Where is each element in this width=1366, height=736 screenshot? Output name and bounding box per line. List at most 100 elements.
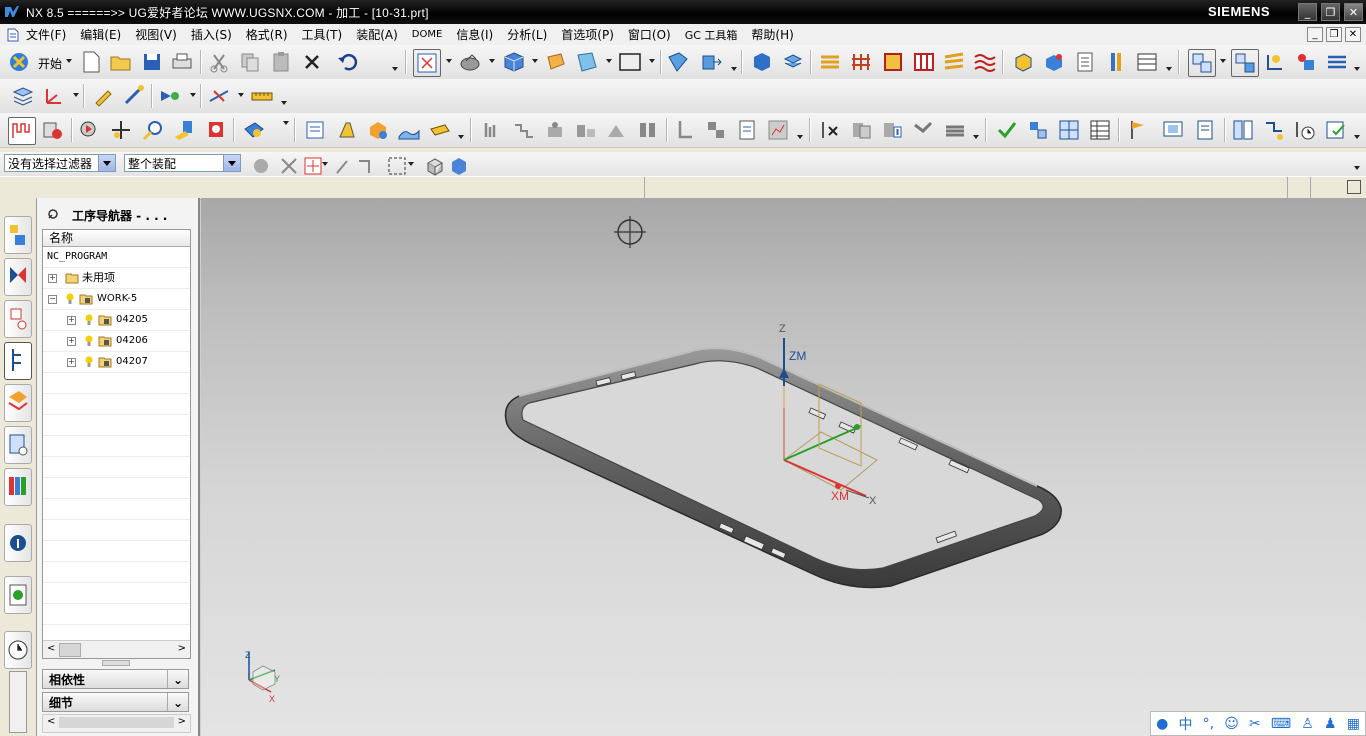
- selbar-overflow-icon[interactable]: [1354, 166, 1360, 170]
- copy-icon[interactable]: [237, 49, 263, 75]
- blue-grid-icon[interactable]: [1056, 117, 1082, 143]
- post-dropdown-icon[interactable]: [283, 121, 289, 125]
- web-browser-tab-icon[interactable]: [4, 576, 32, 614]
- nx-app-icon[interactable]: [4, 4, 20, 20]
- snap-view-icon[interactable]: [574, 49, 600, 75]
- part-model[interactable]: Z ZM XM X Z Y X: [201, 198, 1366, 736]
- background-dropdown-icon[interactable]: [649, 59, 655, 63]
- gray-tool-3-icon[interactable]: [542, 117, 568, 143]
- history-clock-tab-icon[interactable]: [4, 631, 32, 669]
- stack-layers-icon[interactable]: [817, 49, 843, 75]
- scroll-thumb[interactable]: [59, 643, 81, 657]
- info-tab-icon[interactable]: [4, 524, 32, 562]
- clock-tool-icon[interactable]: [1292, 117, 1318, 143]
- table-form-icon[interactable]: [1134, 49, 1160, 75]
- frame-icon[interactable]: [880, 49, 906, 75]
- scroll-right-icon[interactable]: >: [178, 716, 186, 727]
- wcs-icon[interactable]: [41, 83, 67, 109]
- dependencies-section[interactable]: 相依性 ⌄: [42, 669, 189, 689]
- part-navigator-tab-icon[interactable]: [4, 300, 32, 338]
- ime-mode-label[interactable]: 中: [1178, 714, 1192, 734]
- navigator-view-dropdown-icon[interactable]: [1220, 59, 1226, 63]
- snap-point-icon[interactable]: [276, 153, 297, 174]
- paste-icon[interactable]: [268, 49, 294, 75]
- chevron-down-icon[interactable]: [98, 155, 115, 171]
- background-icon[interactable]: [617, 49, 643, 75]
- post-process-icon[interactable]: [241, 117, 267, 143]
- start-dropdown-icon[interactable]: [66, 59, 72, 63]
- select-all-icon[interactable]: [300, 153, 322, 175]
- delete-icon[interactable]: [299, 49, 325, 75]
- gray-doc-icon[interactable]: [734, 117, 760, 143]
- collapse-icon[interactable]: −: [48, 295, 57, 304]
- selection-dropdown-icon[interactable]: [190, 93, 196, 97]
- history-navigator-tab-icon[interactable]: [4, 426, 32, 464]
- stacked-bars-icon[interactable]: [941, 49, 967, 75]
- gray-tool-8-icon[interactable]: [703, 117, 729, 143]
- operation-navigator-tab-icon[interactable]: [4, 342, 32, 380]
- move-dropdown-icon[interactable]: [731, 67, 737, 71]
- open-folder-icon[interactable]: [108, 49, 134, 75]
- tree-row-04206[interactable]: + 04206: [43, 331, 190, 352]
- tool-setup-icon[interactable]: [334, 117, 360, 143]
- document-list-icon[interactable]: [1072, 49, 1098, 75]
- undo-icon[interactable]: [335, 49, 361, 75]
- yellow-tool-icon[interactable]: [171, 117, 197, 143]
- assembly-navigator-tab-icon[interactable]: [4, 216, 32, 254]
- info-operation-icon[interactable]: [880, 117, 906, 143]
- method-view-icon[interactable]: [1293, 49, 1319, 75]
- ime-punctuation-icon[interactable]: °,: [1203, 716, 1214, 732]
- surface-mill-icon[interactable]: [396, 117, 422, 143]
- details-section[interactable]: 细节 ⌄: [42, 692, 189, 712]
- flag-icon[interactable]: [1125, 117, 1151, 143]
- expand-icon[interactable]: +: [48, 274, 57, 283]
- tool-magic-icon[interactable]: [121, 83, 147, 109]
- details-scrollbar[interactable]: < >: [42, 714, 191, 733]
- start-icon[interactable]: [6, 49, 32, 75]
- yellow-block-icon[interactable]: [1010, 49, 1036, 75]
- program-order-view-icon[interactable]: [1188, 49, 1216, 77]
- scroll-right-icon[interactable]: >: [178, 643, 186, 654]
- chevron-down-icon[interactable]: [223, 155, 240, 171]
- red-tool-icon[interactable]: [203, 117, 229, 143]
- ime-keyboard-icon[interactable]: ⌨: [1271, 716, 1291, 732]
- ime-tools-icon[interactable]: ✂: [1249, 716, 1261, 732]
- blue-blocks-icon[interactable]: [1025, 117, 1051, 143]
- ime-skin-icon[interactable]: ♟: [1324, 716, 1337, 732]
- name-column-header[interactable]: 名称: [43, 230, 190, 247]
- curve-snap-icon[interactable]: [354, 153, 374, 173]
- ime-emoji-icon[interactable]: ☺: [1224, 716, 1239, 732]
- selection-scope-dropdown[interactable]: 整个装配: [124, 154, 241, 172]
- shade-dropdown-icon[interactable]: [532, 59, 538, 63]
- arrow-tool-icon[interactable]: [1261, 117, 1287, 143]
- menu-format[interactable]: 格式(R): [246, 26, 288, 43]
- ime-menu-icon[interactable]: ▦: [1347, 716, 1360, 732]
- ruler-icon[interactable]: [249, 83, 275, 109]
- tree-row-work-5[interactable]: − WORK-5: [43, 289, 190, 310]
- render-style-icon[interactable]: [457, 49, 483, 75]
- create-tool-icon[interactable]: [780, 49, 806, 75]
- blue-cube-icon[interactable]: [446, 153, 466, 175]
- lamp-icon[interactable]: [427, 117, 453, 143]
- reuse-library-tab-icon[interactable]: [4, 468, 32, 506]
- stack-gray-icon[interactable]: [942, 117, 968, 143]
- lamp-dropdown-icon[interactable]: [458, 135, 464, 139]
- scroll-left-icon[interactable]: <: [47, 716, 55, 727]
- tree-row-04205[interactable]: + 04205: [43, 310, 190, 331]
- mdi-minimize-button[interactable]: _: [1307, 27, 1323, 42]
- menu-preferences[interactable]: 首选项(P): [561, 26, 614, 43]
- component-select-icon[interactable]: [248, 153, 268, 173]
- graphics-viewport[interactable]: Z ZM XM X Z Y X: [201, 198, 1366, 736]
- menu-gc-toolbox[interactable]: GC 工具箱: [685, 27, 738, 43]
- gray-tool-6-icon[interactable]: [635, 117, 661, 143]
- create-program-icon[interactable]: [749, 49, 775, 75]
- menu-view[interactable]: 视图(V): [135, 26, 177, 43]
- menu-file[interactable]: 文件(F): [26, 26, 66, 43]
- resource-bar-scroller[interactable]: [9, 671, 27, 733]
- scroll-left-icon[interactable]: <: [47, 643, 55, 654]
- menu-help[interactable]: 帮助(H): [751, 26, 793, 43]
- menu-info[interactable]: 信息(I): [456, 26, 493, 43]
- pin-icon[interactable]: [47, 208, 59, 220]
- menu-assembly[interactable]: 装配(A): [356, 26, 398, 43]
- check-mark-icon[interactable]: [994, 117, 1020, 143]
